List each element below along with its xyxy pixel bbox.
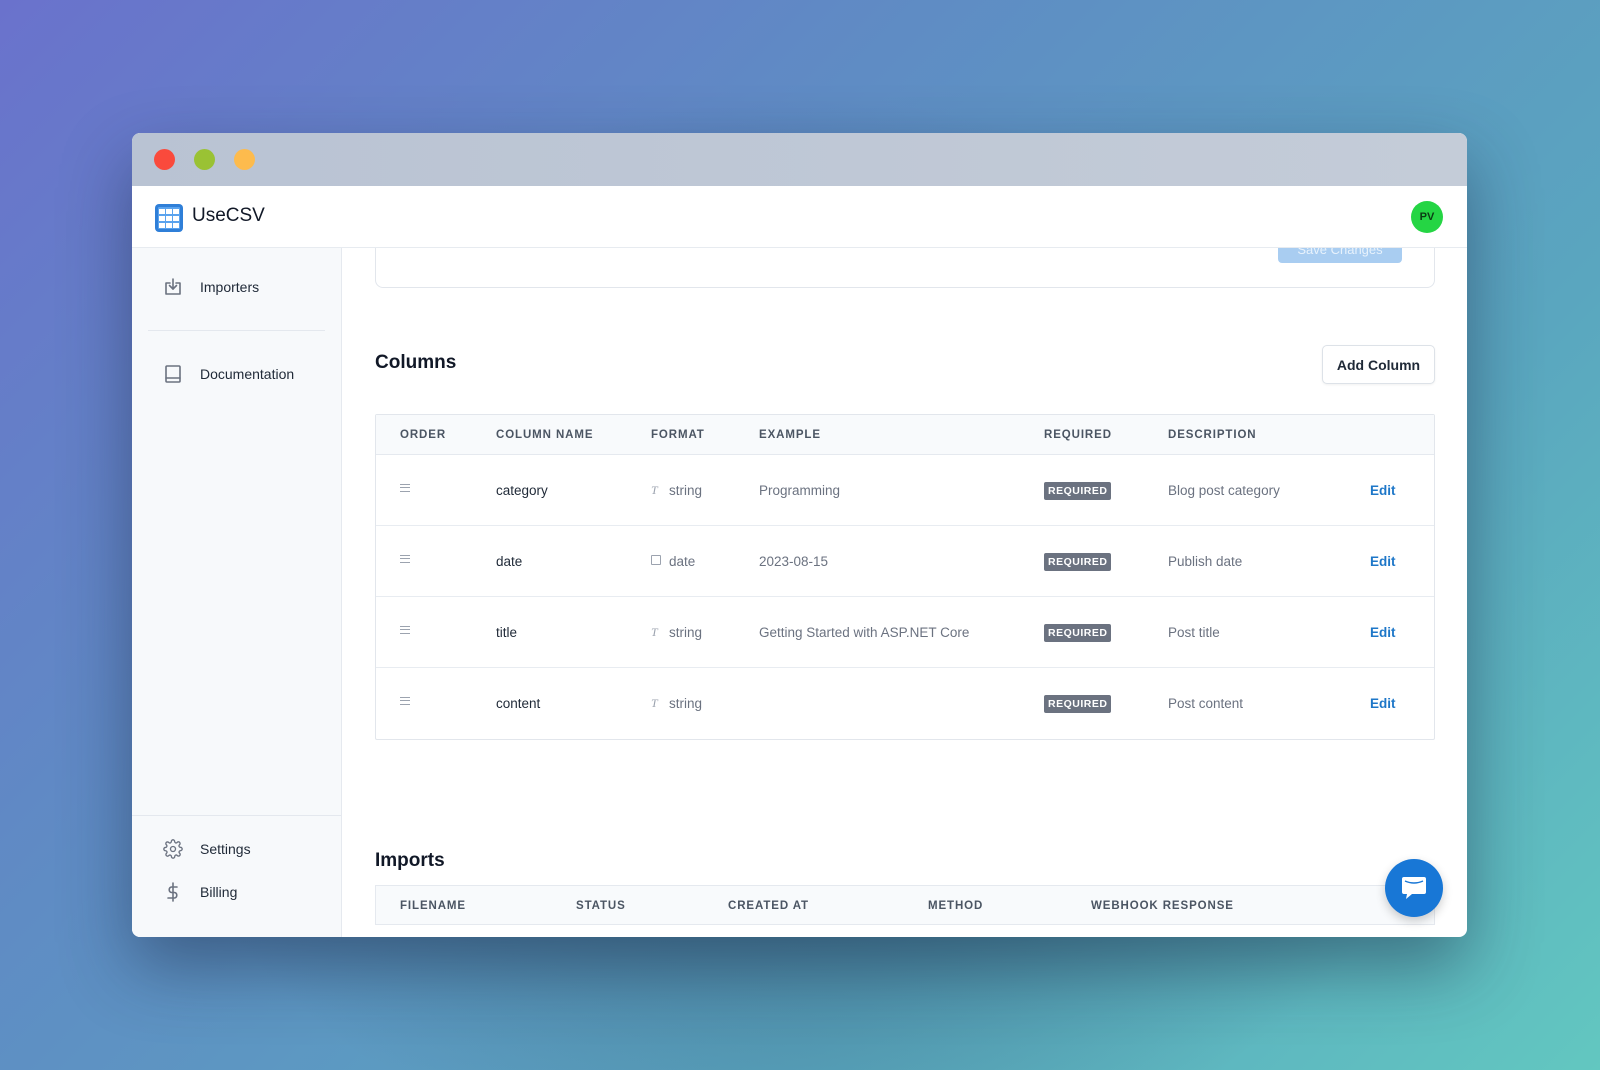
column-format: Tstring (651, 625, 702, 640)
edit-column-link[interactable]: Edit (1370, 625, 1396, 640)
columns-table: ORDER COLUMN NAME FORMAT EXAMPLE REQUIRE… (375, 414, 1435, 740)
minimize-window-button[interactable] (194, 149, 215, 170)
column-description: Blog post category (1168, 483, 1280, 498)
sidebar-item-label: Importers (200, 279, 260, 295)
imports-header-webhook-response: WEBHOOK RESPONSE (1091, 900, 1234, 912)
edit-column-link[interactable]: Edit (1370, 554, 1396, 569)
app-header: UseCSV PV (132, 186, 1467, 248)
required-badge: REQUIRED (1044, 482, 1112, 500)
column-description: Post content (1168, 696, 1244, 711)
sidebar: Importers Documentation Settings Billing (132, 248, 342, 937)
text-format-icon: T (651, 483, 658, 497)
imports-table-header: FILENAME STATUS CREATED AT METHOD WEBHOO… (375, 885, 1435, 925)
format-label: string (669, 483, 703, 498)
gear-icon (162, 838, 184, 860)
column-example: Programming (759, 483, 841, 498)
import-icon (162, 276, 184, 298)
column-header-order: ORDER (400, 429, 447, 441)
drag-handle-icon[interactable] (400, 555, 410, 563)
required-badge: REQUIRED (1044, 695, 1112, 713)
column-name: category (496, 483, 548, 498)
sidebar-divider (148, 330, 325, 331)
drag-handle-icon[interactable] (400, 484, 410, 492)
column-header-name: COLUMN NAME (496, 429, 594, 441)
usecsv-logo-icon[interactable] (155, 204, 183, 232)
columns-table-header: ORDER COLUMN NAME FORMAT EXAMPLE REQUIRE… (376, 415, 1434, 455)
column-name: date (496, 554, 523, 569)
table-row: content Tstring REQUIRED Post content Ed… (376, 668, 1434, 739)
sidebar-item-label: Billing (200, 884, 238, 900)
calendar-icon (651, 554, 661, 565)
table-row: category Tstring Programming REQUIRED Bl… (376, 455, 1434, 526)
column-header-format: FORMAT (651, 429, 705, 441)
required-badge: REQUIRED (1044, 624, 1112, 642)
column-example: Getting Started with ASP.NET Core (759, 625, 970, 640)
column-description: Post title (1168, 625, 1220, 640)
imports-header-status: STATUS (576, 900, 626, 912)
user-avatar[interactable]: PV (1411, 201, 1443, 233)
column-name: title (496, 625, 518, 640)
book-icon (162, 363, 184, 385)
sidebar-item-documentation[interactable]: Documentation (162, 363, 294, 385)
sidebar-bottom-divider (132, 815, 341, 816)
column-name: content (496, 696, 541, 711)
sidebar-item-label: Documentation (200, 366, 295, 382)
table-row: date date 2023-08-15 REQUIRED Publish da… (376, 526, 1434, 597)
column-example: 2023-08-15 (759, 554, 829, 569)
main-content: Save Changes Columns Add Column ORDER CO… (343, 248, 1467, 937)
required-badge: REQUIRED (1044, 553, 1112, 571)
save-changes-button[interactable]: Save Changes (1278, 248, 1402, 263)
edit-column-link[interactable]: Edit (1370, 483, 1396, 498)
imports-header-filename: FILENAME (400, 900, 466, 912)
column-header-description: DESCRIPTION (1168, 429, 1257, 441)
column-format: date (651, 554, 695, 569)
column-header-example: EXAMPLE (759, 429, 821, 441)
close-window-button[interactable] (154, 149, 175, 170)
sidebar-item-label: Settings (200, 841, 251, 857)
imports-header-method: METHOD (928, 900, 984, 912)
edit-column-link[interactable]: Edit (1370, 696, 1396, 711)
chat-bubble-icon (1402, 877, 1426, 899)
sidebar-item-importers[interactable]: Importers (162, 276, 259, 298)
column-format: Tstring (651, 483, 702, 498)
brand-name[interactable]: UseCSV (192, 205, 265, 227)
drag-handle-icon[interactable] (400, 697, 410, 705)
columns-title: Columns (375, 352, 457, 373)
table-row: title Tstring Getting Started with ASP.N… (376, 597, 1434, 668)
sidebar-item-settings[interactable]: Settings (162, 838, 251, 860)
maximize-window-button[interactable] (234, 149, 255, 170)
sidebar-item-billing[interactable]: Billing (162, 881, 237, 903)
importer-settings-card: Save Changes (375, 248, 1435, 288)
column-header-required: REQUIRED (1044, 429, 1112, 441)
column-format: Tstring (651, 696, 702, 711)
column-description: Publish date (1168, 554, 1243, 569)
text-format-icon: T (651, 625, 658, 639)
app-window: UseCSV PV Importers Documentation Settin… (132, 133, 1467, 937)
format-label: string (669, 696, 703, 711)
imports-header-created-at: CREATED AT (728, 900, 809, 912)
format-label: date (669, 554, 696, 569)
format-label: string (669, 625, 703, 640)
drag-handle-icon[interactable] (400, 626, 410, 634)
add-column-button[interactable]: Add Column (1322, 345, 1435, 384)
dollar-icon (162, 881, 184, 903)
text-format-icon: T (651, 696, 658, 710)
imports-title: Imports (375, 850, 445, 871)
window-titlebar (132, 133, 1467, 186)
chat-button[interactable] (1385, 859, 1443, 917)
